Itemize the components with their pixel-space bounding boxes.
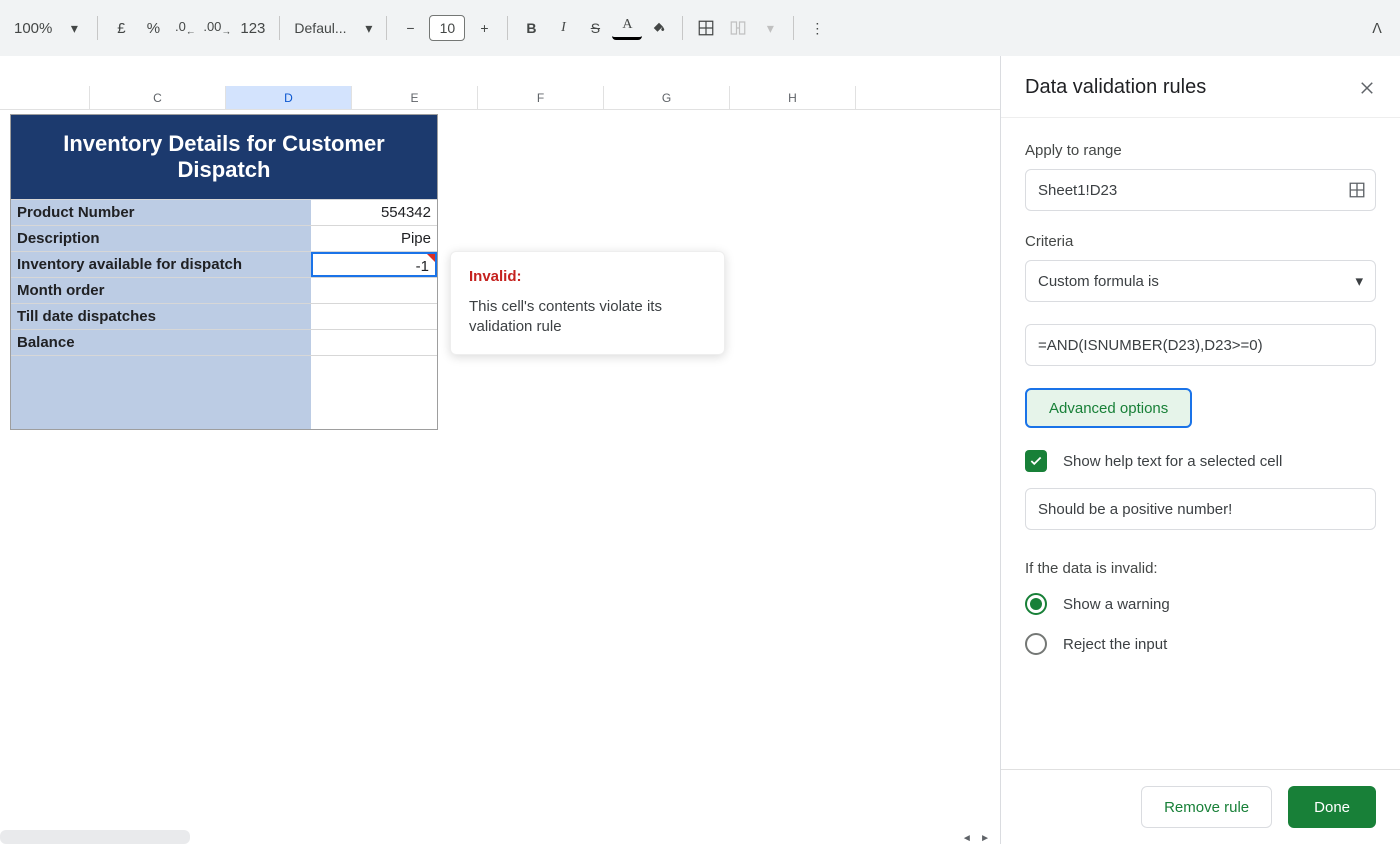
col-header-e[interactable]: E [352,86,478,109]
collapse-toolbar-button[interactable]: ᐱ [1362,13,1392,43]
formula-input[interactable] [1025,324,1376,366]
col-header-f[interactable]: F [478,86,604,109]
panel-title: Data validation rules [1025,76,1206,99]
currency-button[interactable]: £ [106,13,136,43]
reject-input-radio[interactable] [1025,633,1047,655]
percent-button[interactable]: % [138,13,168,43]
bold-button[interactable]: B [516,13,546,43]
col-header-c[interactable]: C [90,86,226,109]
zoom-level[interactable]: 100% [8,13,58,43]
row-label[interactable]: Description [11,226,311,251]
tooltip-body: This cell's contents violate its validat… [469,297,706,338]
data-validation-panel: Data validation rules Apply to range Cri… [1000,56,1400,844]
toolbar: 100% ▾ £ % .0← .00→ 123 Defaul... ▾ − + … [0,0,1400,56]
column-headers: C D E F G H [0,86,1000,110]
row-value[interactable]: 554342 [311,200,437,225]
apply-range-label: Apply to range [1025,142,1376,159]
spreadsheet-area[interactable]: C D E F G H Inventory Details for Custom… [0,56,1000,844]
horizontal-scrollbar[interactable] [0,830,190,844]
reject-input-label: Reject the input [1063,636,1167,653]
col-header-h[interactable]: H [730,86,856,109]
criteria-label: Criteria [1025,233,1376,250]
row-label[interactable]: Month order [11,278,311,303]
row-value[interactable] [311,304,437,329]
help-text-checkbox[interactable] [1025,450,1047,472]
merge-dropdown-icon[interactable]: ▾ [755,13,785,43]
font-size-decrease[interactable]: − [395,13,425,43]
more-button[interactable]: ⋮ [802,13,832,43]
criteria-select[interactable]: Custom formula is ▾ [1025,260,1376,302]
chevron-down-icon: ▾ [365,20,372,37]
apply-range-input[interactable] [1025,169,1376,211]
range-picker-icon[interactable] [1348,181,1366,199]
font-family-label: Defaul... [294,20,346,36]
invalid-data-label: If the data is invalid: [1025,560,1376,577]
font-size-input[interactable] [429,15,465,41]
increase-decimal-button[interactable]: .00→ [202,13,232,43]
criteria-value: Custom formula is [1038,273,1159,290]
number-format-button[interactable]: 123 [234,13,271,43]
sheet-tab-arrows[interactable]: ◄ ► [962,833,990,844]
merge-icon [729,19,747,37]
done-button[interactable]: Done [1288,786,1376,828]
row-value-empty[interactable] [311,356,437,429]
fill-color-button[interactable] [644,13,674,43]
paint-bucket-icon [650,19,668,37]
remove-rule-button[interactable]: Remove rule [1141,786,1272,828]
row-value[interactable] [311,278,437,303]
tooltip-title: Invalid: [469,268,706,285]
row-label-empty[interactable] [11,356,311,429]
help-text-input[interactable] [1025,488,1376,530]
merge-cells-button[interactable] [723,13,753,43]
check-icon [1029,454,1043,468]
row-label[interactable]: Inventory available for dispatch [11,252,311,277]
show-warning-radio[interactable] [1025,593,1047,615]
font-size-increase[interactable]: + [469,13,499,43]
borders-icon [697,19,715,37]
italic-button[interactable]: I [548,13,578,43]
row-value[interactable] [311,330,437,355]
chevron-down-icon: ▾ [1355,272,1363,290]
close-icon [1358,79,1376,97]
zoom-dropdown-icon[interactable]: ▾ [59,13,89,43]
row-label[interactable]: Balance [11,330,311,355]
row-label[interactable]: Till date dispatches [11,304,311,329]
show-warning-label: Show a warning [1063,596,1170,613]
close-panel-button[interactable] [1358,79,1376,97]
row-label[interactable]: Product Number [11,200,311,225]
decrease-decimal-button[interactable]: .0← [170,13,200,43]
borders-button[interactable] [691,13,721,43]
advanced-options-button[interactable]: Advanced options [1025,388,1192,428]
help-text-checkbox-label: Show help text for a selected cell [1063,453,1282,470]
strikethrough-button[interactable]: S [580,13,610,43]
text-color-button[interactable]: A [612,16,642,40]
inventory-table: Inventory Details for Customer Dispatch … [10,114,438,430]
col-header-g[interactable]: G [604,86,730,109]
validation-tooltip: Invalid: This cell's contents violate it… [450,251,725,355]
font-family-select[interactable]: Defaul... ▾ [288,13,378,43]
invalid-marker-icon [427,254,435,262]
col-header-left-edge[interactable] [0,86,90,109]
inventory-title: Inventory Details for Customer Dispatch [11,115,437,199]
selected-cell[interactable]: -1 [311,252,437,277]
row-value[interactable]: Pipe [311,226,437,251]
col-header-d[interactable]: D [226,86,352,109]
